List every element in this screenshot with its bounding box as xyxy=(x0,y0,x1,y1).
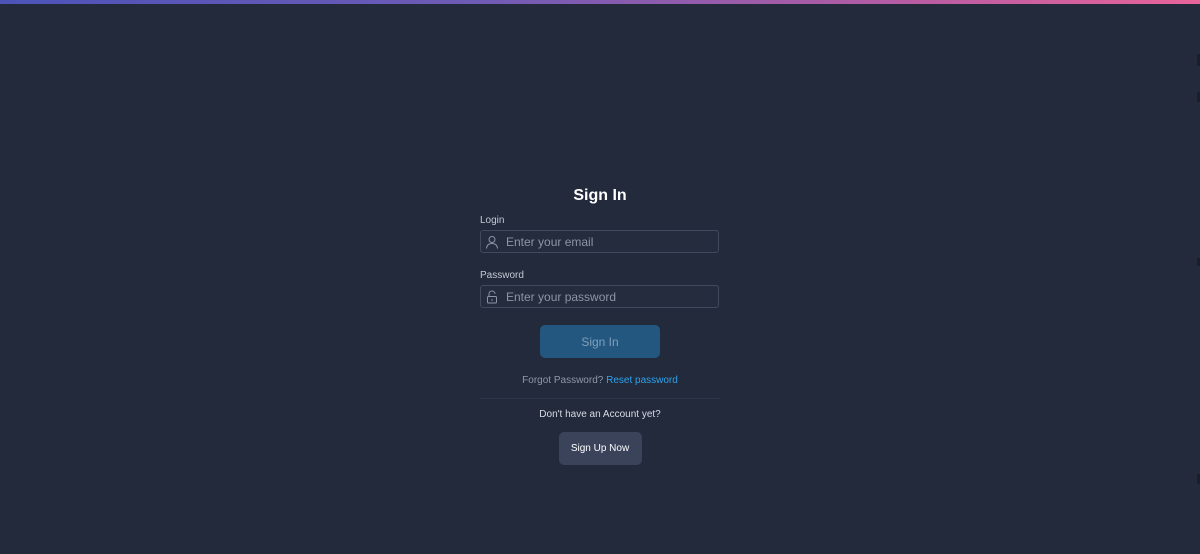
forgot-password-row: Forgot Password? Reset password xyxy=(480,375,720,387)
signin-form: Sign In Login Password Sign In Forgot Pa… xyxy=(480,184,720,465)
email-field[interactable] xyxy=(480,230,719,253)
reset-password-link[interactable]: Reset password xyxy=(606,375,678,386)
email-input[interactable] xyxy=(506,231,716,252)
signup-button[interactable]: Sign Up Now xyxy=(558,432,642,465)
password-field[interactable] xyxy=(480,285,719,308)
top-accent-bar xyxy=(0,0,1200,4)
forgot-password-text: Forgot Password? xyxy=(522,375,604,386)
user-icon xyxy=(484,233,500,250)
password-label: Password xyxy=(480,270,524,281)
page-title: Sign In xyxy=(573,187,627,204)
divider xyxy=(480,398,720,399)
signin-button[interactable]: Sign In xyxy=(540,325,660,358)
no-account-text: Don't have an Account yet? xyxy=(539,409,661,420)
login-label: Login xyxy=(480,215,505,226)
password-input[interactable] xyxy=(506,286,716,307)
lock-icon xyxy=(484,288,500,305)
